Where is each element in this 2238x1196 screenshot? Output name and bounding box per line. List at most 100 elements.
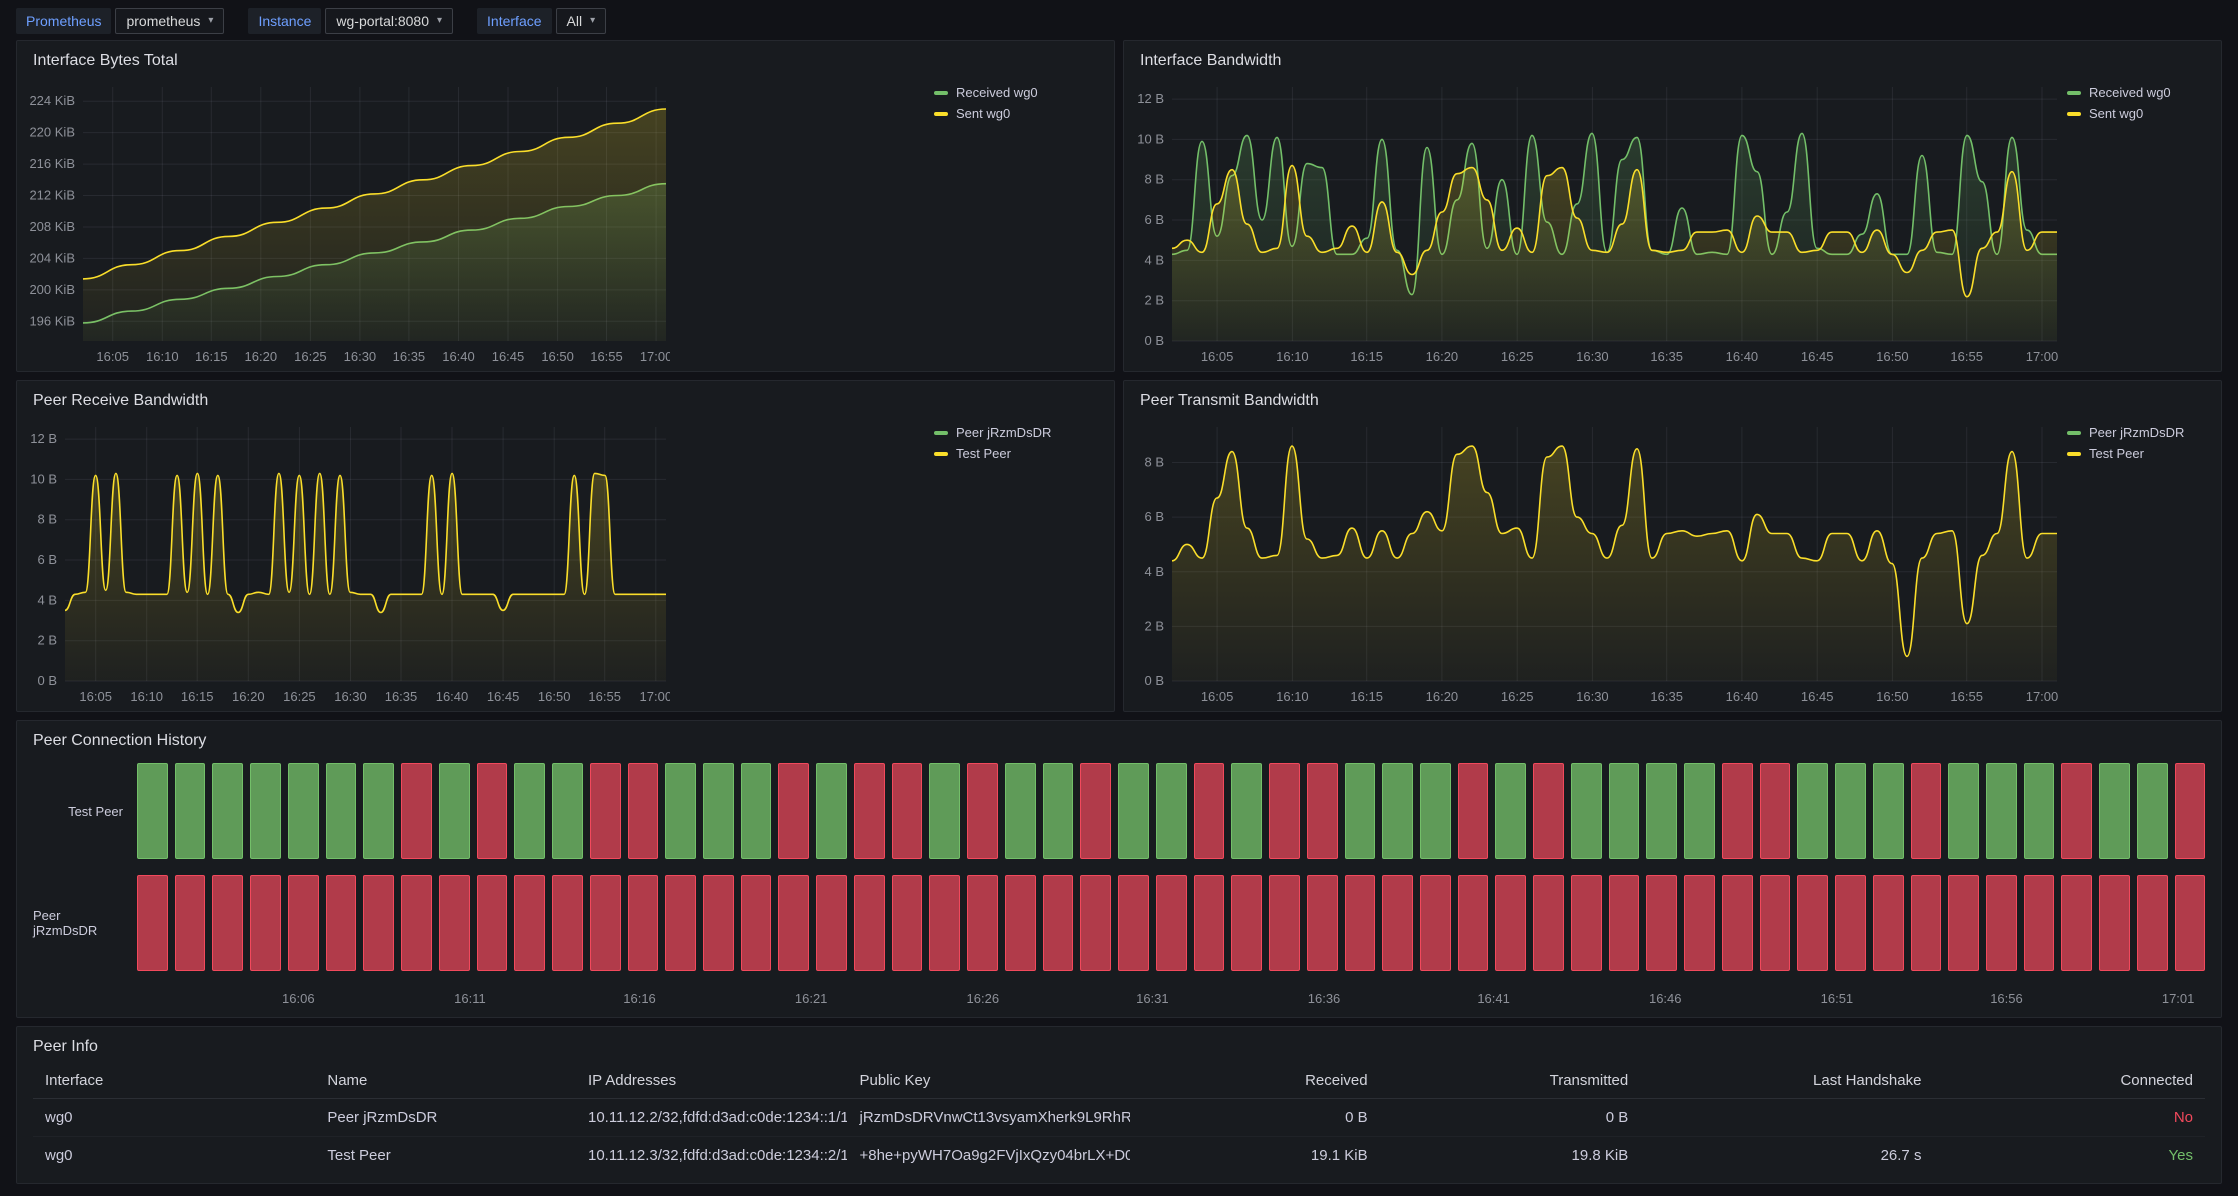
legend-item[interactable]: Sent wg0 (2067, 106, 2211, 122)
state-bar (703, 763, 734, 859)
table-cell: wg0 (33, 1137, 315, 1175)
svg-text:4 B: 4 B (37, 592, 57, 607)
timeseries-plot[interactable]: 0 B2 B4 B6 B8 B10 B12 B16:0516:1016:1516… (25, 417, 670, 707)
table-cell: Test Peer (315, 1137, 576, 1175)
dashboard-controls: Prometheus prometheus ▾ Instance wg-port… (0, 0, 2238, 40)
state-bar (967, 763, 998, 859)
state-bar (1760, 875, 1791, 971)
state-bar (2061, 763, 2092, 859)
legend-label: Peer jRzmDsDR (956, 425, 1051, 441)
legend-item[interactable]: Test Peer (2067, 446, 2211, 462)
variable-value-prometheus[interactable]: prometheus ▾ (115, 8, 224, 34)
state-bar (892, 875, 923, 971)
state-bar (477, 763, 508, 859)
svg-text:16:25: 16:25 (1501, 349, 1534, 364)
variable-value-instance[interactable]: wg-portal:8080 ▾ (325, 8, 453, 34)
svg-text:16:10: 16:10 (1276, 349, 1309, 364)
variable-value-interface[interactable]: All ▾ (556, 8, 607, 34)
panel-title[interactable]: Peer Receive Bandwidth (17, 381, 1114, 415)
state-bar (1156, 875, 1187, 971)
timeseries-plot[interactable]: 0 B2 B4 B6 B8 B10 B12 B16:0516:1016:1516… (1132, 77, 2061, 367)
column-header[interactable]: Interface (33, 1063, 315, 1099)
svg-text:10 B: 10 B (1137, 131, 1164, 146)
table-cell: 26.7 s (1640, 1137, 1933, 1175)
table-cell: 10.11.12.3/32,fdfd:d3ad:c0de:1234::2/128 (576, 1137, 848, 1175)
panel-title[interactable]: Peer Info (17, 1027, 2221, 1061)
svg-text:16:55: 16:55 (590, 349, 623, 364)
svg-text:2 B: 2 B (1144, 293, 1164, 308)
state-bar (401, 763, 432, 859)
state-bar (326, 763, 357, 859)
series-color-swatch (2067, 452, 2081, 456)
timeseries-plot[interactable]: 196 KiB200 KiB204 KiB208 KiB212 KiB216 K… (25, 77, 670, 367)
series-color-swatch (934, 91, 948, 95)
legend-item[interactable]: Peer jRzmDsDR (2067, 425, 2211, 441)
state-bar (288, 763, 319, 859)
svg-text:4 B: 4 B (1144, 564, 1164, 579)
state-bar (1231, 763, 1262, 859)
timeseries-svg: 196 KiB200 KiB204 KiB208 KiB212 KiB216 K… (25, 77, 670, 367)
legend-item[interactable]: Sent wg0 (934, 106, 1058, 122)
state-bar (1760, 763, 1791, 859)
state-bar (1231, 875, 1262, 971)
state-bar (1382, 763, 1413, 859)
column-header[interactable]: Received (1130, 1063, 1380, 1099)
state-bar (514, 875, 545, 971)
state-bar (2137, 875, 2168, 971)
state-bar (212, 763, 243, 859)
state-bar (1797, 763, 1828, 859)
state-bar (1269, 763, 1300, 859)
column-header[interactable]: Name (315, 1063, 576, 1099)
column-header[interactable]: Transmitted (1380, 1063, 1641, 1099)
table-cell: 10.11.12.2/32,fdfd:d3ad:c0de:1234::1/128 (576, 1099, 848, 1137)
state-bar (1797, 875, 1828, 971)
column-header[interactable]: Last Handshake (1640, 1063, 1933, 1099)
series-color-swatch (934, 452, 948, 456)
column-header[interactable]: Connected (1933, 1063, 2205, 1099)
legend-item[interactable]: Received wg0 (934, 85, 1058, 101)
x-tick-label: 16:51 (1821, 991, 1854, 1006)
state-bar (1495, 763, 1526, 859)
legend-item[interactable]: Test Peer (934, 446, 1058, 462)
state-bar (1307, 763, 1338, 859)
series-color-swatch (2067, 91, 2081, 95)
timeseries-plot[interactable]: 0 B2 B4 B6 B8 B16:0516:1016:1516:2016:25… (1132, 417, 2061, 707)
state-bar (1345, 875, 1376, 971)
panel-title[interactable]: Peer Transmit Bandwidth (1124, 381, 2221, 415)
state-bar (816, 875, 847, 971)
svg-text:16:15: 16:15 (195, 349, 228, 364)
column-header[interactable]: Public Key (847, 1063, 1129, 1099)
panel-title[interactable]: Peer Connection History (17, 721, 2221, 755)
state-timeline[interactable]: Test PeerPeer jRzmDsDR16:0616:1116:1616:… (17, 755, 2221, 1017)
legend-label: Test Peer (2089, 446, 2144, 462)
state-bar (1307, 875, 1338, 971)
svg-text:10 B: 10 B (30, 471, 57, 486)
series-color-swatch (2067, 112, 2081, 116)
svg-text:2 B: 2 B (37, 633, 57, 648)
panel-interface-bytes-total: Interface Bytes Total 196 KiB200 KiB204 … (16, 40, 1115, 372)
legend-item[interactable]: Received wg0 (2067, 85, 2211, 101)
svg-text:16:20: 16:20 (245, 349, 278, 364)
timeline-row: Peer jRzmDsDR (33, 875, 2205, 971)
state-bar (590, 875, 621, 971)
x-tick-label: 16:06 (282, 991, 315, 1006)
panel-title[interactable]: Interface Bandwidth (1124, 41, 2221, 75)
svg-text:12 B: 12 B (30, 431, 57, 446)
state-bar (2099, 875, 2130, 971)
svg-text:16:30: 16:30 (344, 349, 377, 364)
panel-title[interactable]: Interface Bytes Total (17, 41, 1114, 75)
table-cell: +8he+pyWH7Oa9g2FVjIxQzy04brLX+D0 (847, 1137, 1129, 1175)
timeline-bars (137, 763, 2205, 859)
peer-info-table: InterfaceNameIP AddressesPublic KeyRecei… (17, 1061, 2221, 1183)
legend-item[interactable]: Peer jRzmDsDR (934, 425, 1058, 441)
x-tick-label: 16:46 (1649, 991, 1682, 1006)
table-row: wg0Test Peer10.11.12.3/32,fdfd:d3ad:c0de… (33, 1137, 2205, 1175)
state-bar (2024, 875, 2055, 971)
state-bar (1911, 875, 1942, 971)
svg-text:16:45: 16:45 (487, 689, 520, 704)
state-bar (2175, 763, 2206, 859)
state-bar (628, 875, 659, 971)
dashboard-grid: Interface Bytes Total 196 KiB200 KiB204 … (0, 40, 2238, 1184)
column-header[interactable]: IP Addresses (576, 1063, 848, 1099)
svg-text:16:25: 16:25 (283, 689, 316, 704)
